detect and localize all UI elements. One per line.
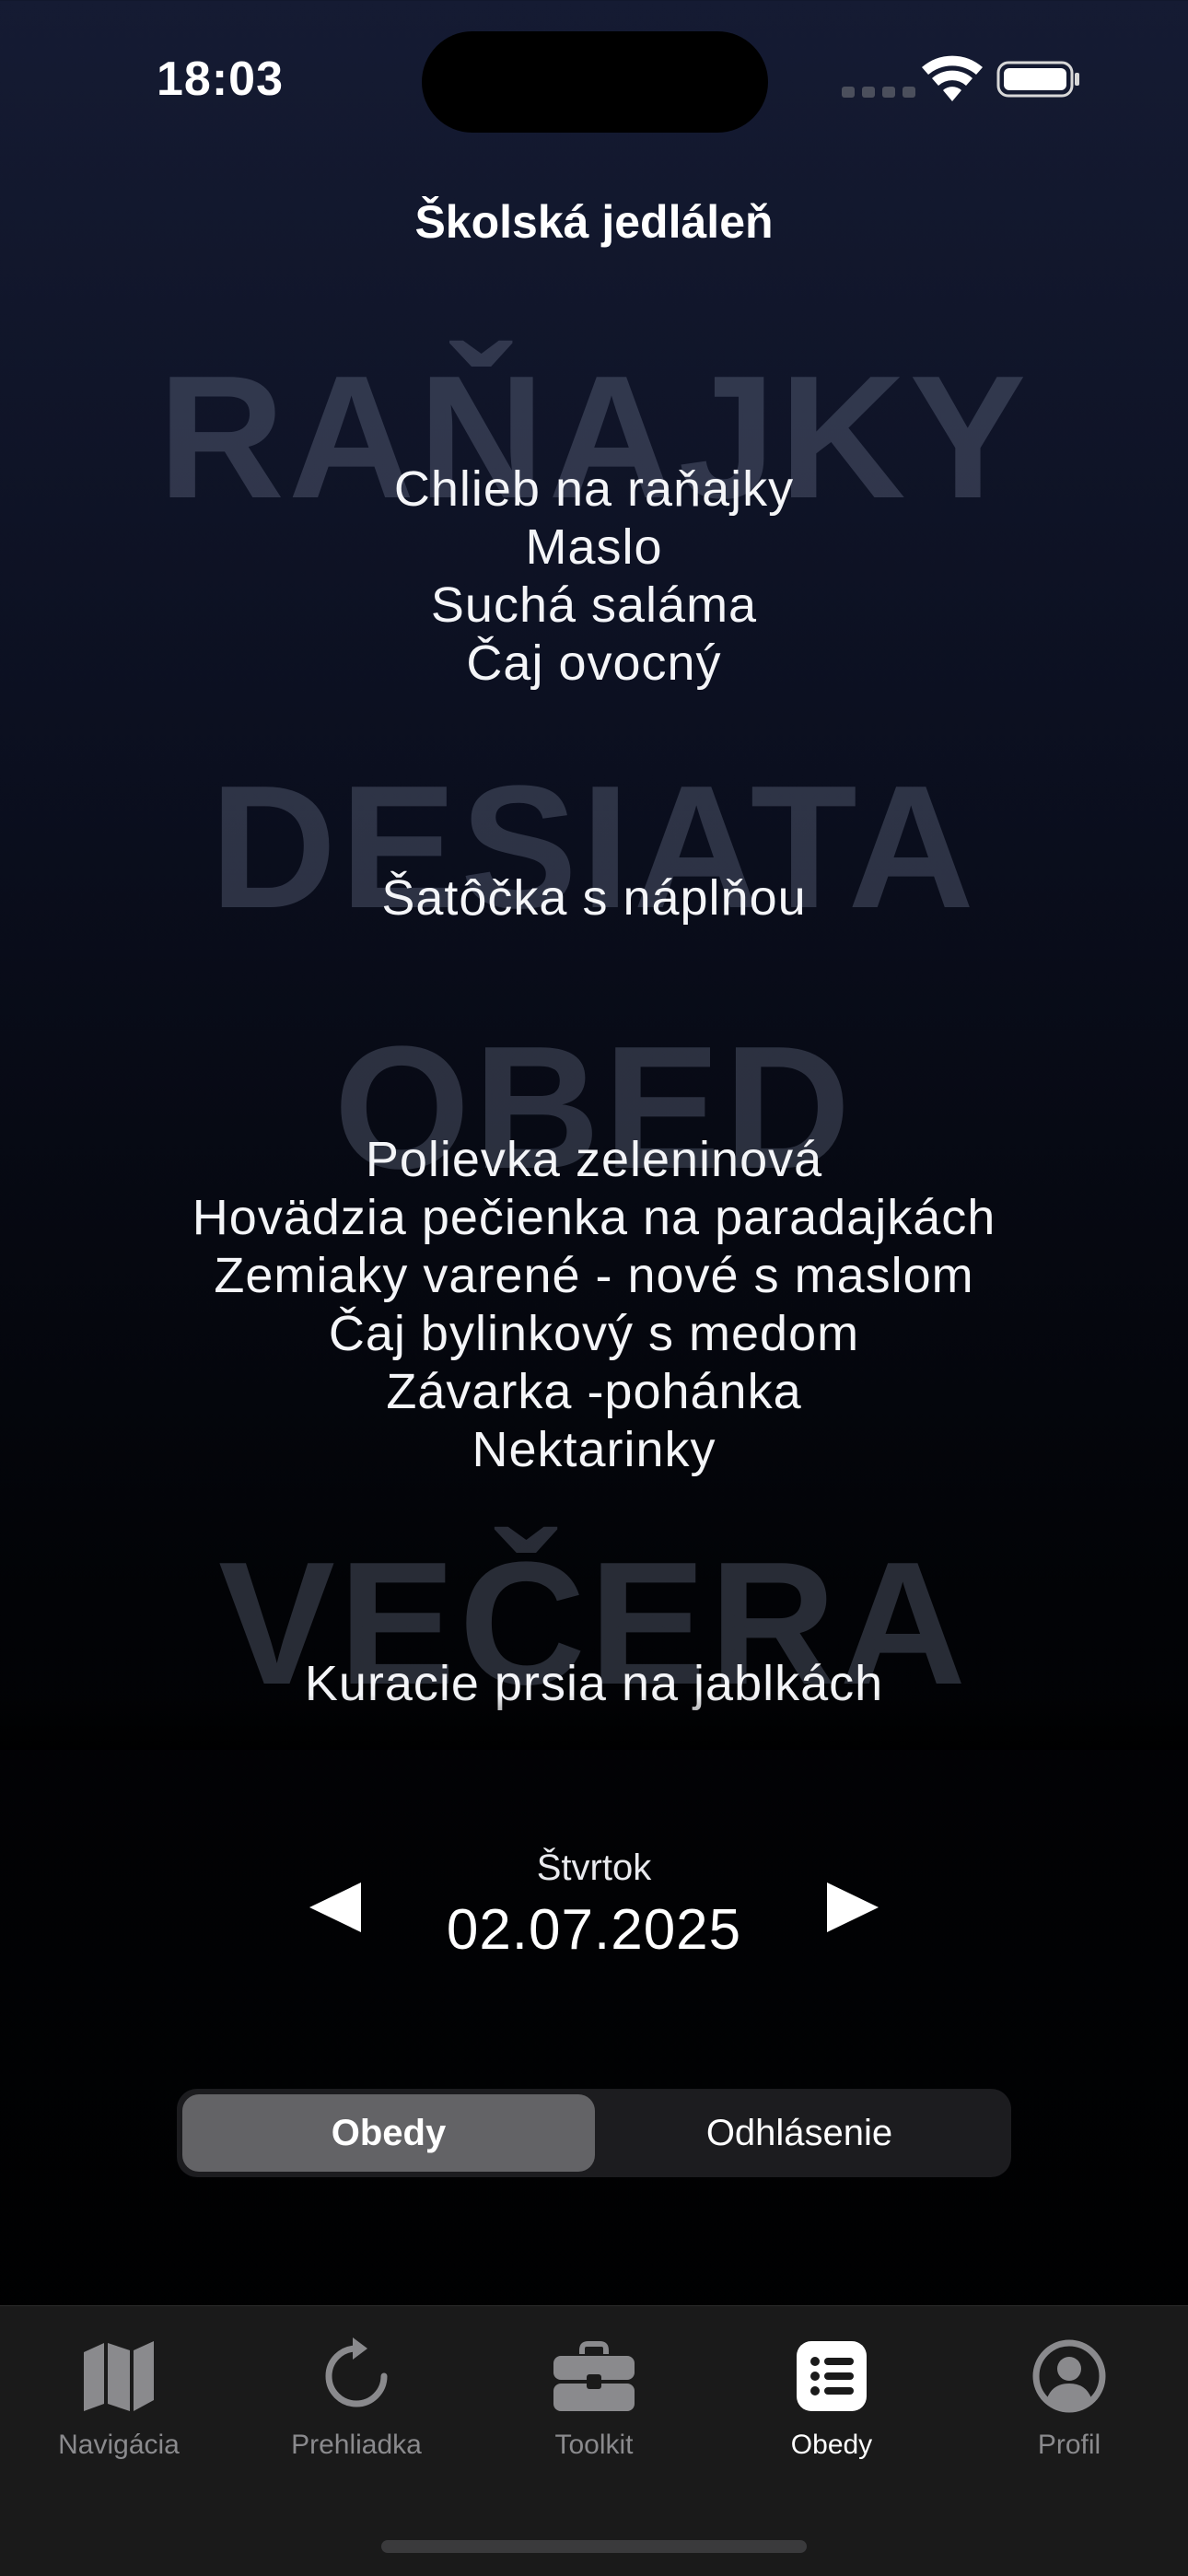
day-name: Štvrtok — [536, 1847, 652, 1888]
meal-item: Čaj ovocný — [466, 635, 722, 691]
meal-item: Zemiaky varené - nové s maslom — [214, 1248, 974, 1303]
segment-obedy[interactable]: Obedy — [182, 2094, 595, 2172]
tab-label: Navigácia — [58, 2430, 180, 2460]
date-navigator: Štvrtok 02.07.2025 — [0, 1842, 1188, 1962]
meal-item: Šatôčka s náplňou — [381, 870, 807, 926]
meal-item: Chlieb na raňajky — [393, 461, 795, 517]
selected-date: 02.07.2025 — [446, 1898, 742, 1962]
tab-label: Prehliadka — [291, 2430, 422, 2460]
meal-item: Suchá saláma — [430, 577, 758, 633]
tab-profil[interactable]: Profil — [950, 2325, 1188, 2490]
refresh-icon — [325, 2337, 388, 2407]
toolbox-icon — [553, 2341, 635, 2411]
meal-item: Maslo — [525, 519, 663, 575]
meal-item: Nektarinky — [472, 1422, 716, 1477]
map-icon — [84, 2341, 154, 2411]
tab-obedy[interactable]: Obedy — [713, 2325, 950, 2490]
tab-toolkit[interactable]: Toolkit — [475, 2325, 713, 2490]
home-indicator — [381, 2540, 807, 2553]
tab-label: Toolkit — [554, 2430, 634, 2460]
meal-item: Hovädzia pečienka na paradajkách — [192, 1190, 996, 1245]
meal-item: Polievka zeleninová — [365, 1132, 823, 1187]
scroll-fade — [0, 1695, 1188, 1750]
meal-items: Chlieb na raňajky Maslo Suchá saláma Čaj… — [0, 460, 1188, 693]
tab-label: Obedy — [790, 2430, 873, 2460]
segmented-control: Obedy Odhlásenie — [177, 2089, 1011, 2177]
dynamic-island — [422, 31, 768, 133]
meal-item: Závarka -pohánka — [386, 1364, 802, 1419]
status-time: 18:03 — [157, 52, 284, 106]
wifi-icon — [922, 55, 983, 101]
segment-odhlasenie[interactable]: Odhlásenie — [593, 2094, 1006, 2172]
meal-items: Polievka zeleninová Hovädzia pečienka na… — [0, 1131, 1188, 1479]
tab-prehliadka[interactable]: Prehliadka — [238, 2325, 475, 2490]
meal-item: Čaj bylinkový s medom — [328, 1306, 860, 1361]
tab-navigacia[interactable]: Navigácia — [0, 2325, 238, 2490]
next-day-button[interactable] — [820, 1875, 884, 1940]
page-title: Školská jedláleň — [414, 196, 774, 248]
person-circle-icon — [1032, 2339, 1106, 2413]
list-icon — [797, 2341, 867, 2411]
cellular-signal-icon — [842, 87, 915, 98]
tab-label: Profil — [1037, 2430, 1101, 2460]
tab-bar: Navigácia Prehliadka Toolkit Obedy Profi… — [0, 2305, 1188, 2576]
meal-items: Šatôčka s náplňou — [0, 869, 1188, 927]
battery-icon — [996, 61, 1079, 98]
